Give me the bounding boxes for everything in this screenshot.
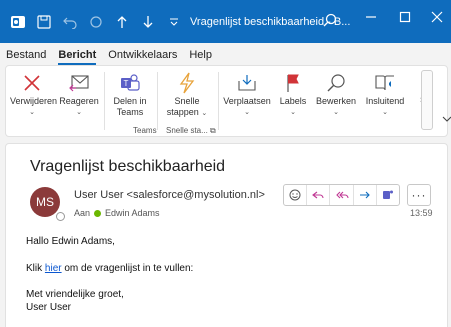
labels-label: Labels [279,96,307,106]
save-icon[interactable] [36,14,52,30]
share-to-teams-button[interactable]: T Delen in Teams [108,70,152,118]
undo-icon[interactable] [62,14,78,30]
flag-icon [276,70,310,96]
reply-envelope-icon [58,70,100,96]
menu-bar: Bestand Bericht Ontwikkelaars Help [0,43,451,65]
dialog-launcher-icon[interactable]: ⧉ [210,126,216,135]
chevron-down-icon: ⌄ [290,109,296,116]
close-button[interactable] [426,10,448,26]
share-to-teams-label-1: Delen in [113,96,147,106]
presence-dot-icon [94,209,102,217]
quick-steps-label-1: Snelle [174,96,200,106]
body-link-suffix: om de vragenlijst in te vullen: [64,263,194,274]
message-subject: Vragenlijst beschikbaarheid [30,158,226,175]
to-label: Aan [74,208,91,218]
lightning-icon [162,70,212,96]
respond-label: Reageren [59,96,99,106]
avatar[interactable]: MS [30,187,60,217]
share-to-teams-label-2: Teams [116,107,144,117]
teams-icon[interactable] [377,185,399,205]
ribbon-separator [157,72,158,130]
delete-label: Verwijderen [10,96,58,106]
avatar-initials: MS [36,195,54,209]
emoji-react-button[interactable] [284,185,308,205]
more-actions-button[interactable]: ··· [407,184,431,206]
tab-bericht[interactable]: Bericht [52,49,102,65]
immersive-reader-button[interactable]: Insluitend ⌄ [362,70,408,118]
tab-help[interactable]: Help [183,49,218,65]
chevron-down-icon: ⌄ [382,109,388,116]
message-time: 13:59 [410,208,433,218]
edit-label: Bewerken [315,96,357,106]
search-icon [314,70,358,96]
teams-icon: T [108,70,152,96]
sender[interactable]: User User <salesforce@mysolution.nl> [74,189,265,201]
tab-ontwikkelaars[interactable]: Ontwikkelaars [102,49,183,65]
quick-steps-label-2: stappen [166,107,199,117]
customize-toolbar-icon[interactable] [166,14,182,30]
minimize-button[interactable] [360,10,382,26]
move-label: Verplaatsen [223,96,271,106]
delete-x-icon [10,70,54,96]
forward-button[interactable] [354,185,377,205]
recipient-name[interactable]: Edwin Adams [105,208,160,218]
body-link-line: Klik hier om de vragenlijst in te vullen… [26,263,193,274]
delete-button[interactable]: Verwijderen ⌄ [10,70,58,118]
reply-all-button[interactable] [330,185,354,205]
redo-icon[interactable] [88,14,104,30]
reply-button[interactable] [307,185,331,205]
arrow-up-icon[interactable] [114,14,130,30]
ribbon-scrollbar[interactable] [421,70,433,130]
group-label-teams: Teams [133,126,157,135]
questionnaire-link[interactable]: hier [45,263,62,274]
move-button[interactable]: Verplaatsen ⌄ [222,70,272,118]
collapse-ribbon-button[interactable] [442,115,451,126]
presence-status-icon [56,212,65,221]
quick-steps-button[interactable]: Snelle stappen ⌄ [162,70,212,119]
chevron-down-icon: ⌄ [244,109,250,116]
chevron-down-icon: ⌄ [201,110,208,117]
title-bar: Vragenlijst beschikbaarheid - B... [0,0,451,43]
arrow-down-icon[interactable] [140,14,156,30]
immersive-reader-icon [362,70,408,96]
labels-button[interactable]: Labels ⌄ [276,70,310,118]
message-pane: Vragenlijst beschikbaarheid MS User User… [5,143,448,327]
outlook-icon [10,14,26,30]
body-link-prefix: Klik [26,263,43,274]
recipient-line: Aan Edwin Adams [74,208,160,218]
search-icon[interactable] [323,13,337,30]
svg-text:T: T [124,79,129,88]
ribbon: Verwijderen ⌄ Reageren ⌄ T Delen in Team… [5,65,451,137]
chevron-down-icon: ⌄ [333,109,339,116]
chevron-down-icon: ⌄ [76,109,82,116]
edit-button[interactable]: Bewerken ⌄ [314,70,358,118]
move-tray-icon [222,70,272,96]
chevron-down-icon: ⌄ [29,109,35,116]
maximize-button[interactable] [394,10,416,26]
respond-button[interactable]: Reageren ⌄ [58,70,100,118]
ribbon-separator [104,72,105,130]
message-actions [283,184,400,206]
tab-bestand[interactable]: Bestand [0,49,52,65]
body-greeting: Hallo Edwin Adams, [26,236,115,247]
body-signature: User User [26,302,72,313]
body-closing: Met vriendelijke groet, [26,289,124,300]
group-label-quick-steps: Snelle sta... ⧉ [166,126,216,135]
immersive-reader-label: Insluitend [365,96,405,106]
ribbon-separator [218,72,219,130]
